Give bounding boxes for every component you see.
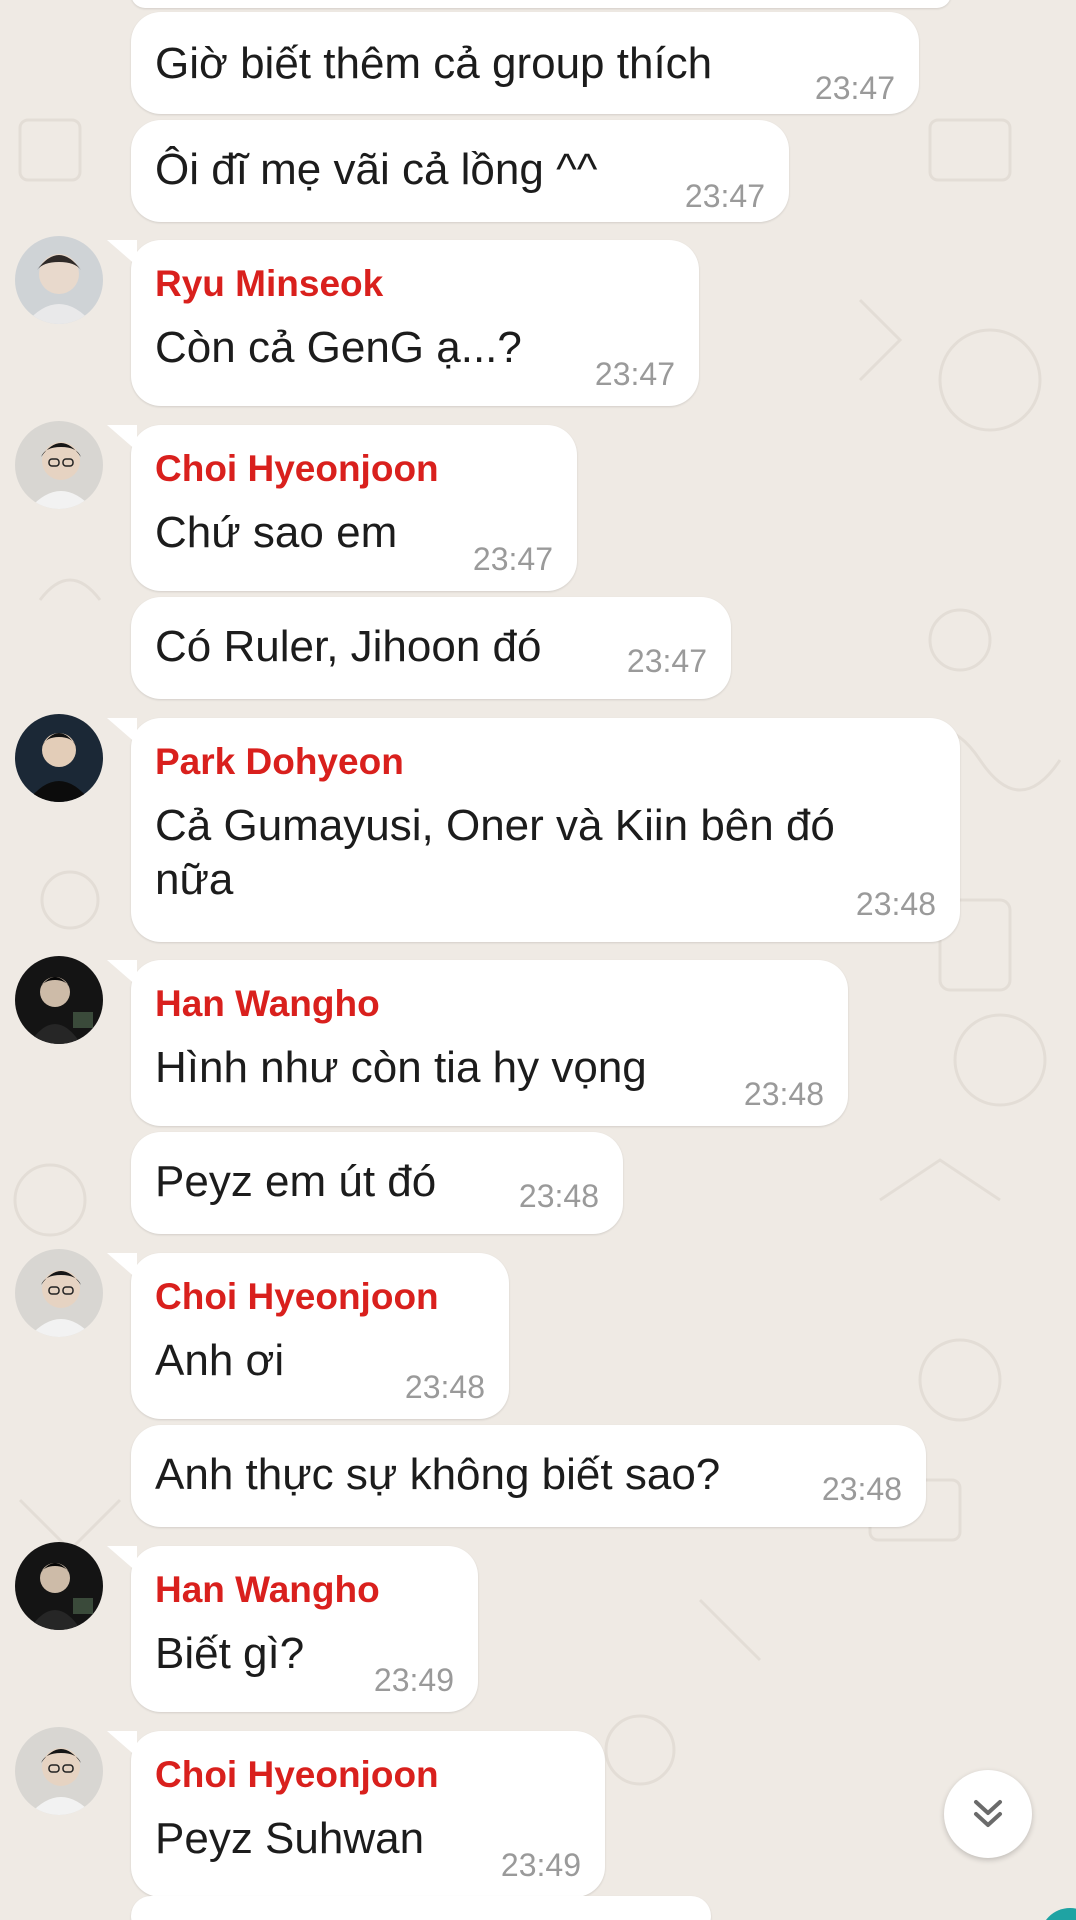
message-time: 23:49 <box>373 1662 454 1698</box>
message-text: Hình như còn tia hy vọng <box>155 1043 647 1092</box>
sender-name[interactable]: Choi Hyeonjoon <box>155 1753 439 1797</box>
message-text: Giờ biết thêm cả group thích <box>155 39 713 88</box>
avatar-image <box>15 1727 103 1815</box>
avatar-image <box>15 1249 103 1337</box>
message-time: 23:48 <box>404 1369 485 1405</box>
sender-name[interactable]: Choi Hyeonjoon <box>155 447 439 491</box>
message-bubble[interactable]: Ôi đĩ mẹ vãi cả lồng ^^ 23:47 <box>131 120 789 222</box>
avatar-image <box>15 236 103 324</box>
avatar-ryu-minseok[interactable] <box>15 236 103 324</box>
scroll-to-bottom-button[interactable] <box>944 1770 1032 1858</box>
message-time: 23:47 <box>472 541 553 577</box>
message-text: Anh ơi <box>155 1336 285 1385</box>
message-bubble[interactable]: Anh thực sự không biết sao? 23:48 <box>131 1425 926 1527</box>
avatar-park-dohyeon[interactable] <box>15 714 103 802</box>
message-text-line1: Cả Gumayusi, Oner và Kiin bên đó <box>155 801 835 850</box>
next-message-bubble <box>131 1896 711 1920</box>
avatar-han-wangho[interactable] <box>15 956 103 1044</box>
message-time: 23:49 <box>500 1847 581 1883</box>
chat-view[interactable]: Giờ biết thêm cả group thích 23:47 Ôi đĩ… <box>0 0 1076 1920</box>
avatar-choi-hyeonjoon[interactable] <box>15 1727 103 1815</box>
message-bubble[interactable]: Có Ruler, Jihoon đó 23:47 <box>131 597 731 699</box>
avatar-image <box>15 956 103 1044</box>
message-text: Biết gì? <box>155 1629 305 1678</box>
message-text: Còn cả GenG ạ...? <box>155 323 522 372</box>
message-time: 23:48 <box>743 1076 824 1112</box>
sender-name[interactable]: Park Dohyeon <box>155 740 404 784</box>
message-time: 23:48 <box>855 886 936 922</box>
message-text: Có Ruler, Jihoon đó <box>155 622 542 671</box>
message-bubble[interactable]: Park Dohyeon Cả Gumayusi, Oner và Kiin b… <box>107 718 960 942</box>
avatar-image <box>15 1542 103 1630</box>
message-bubble[interactable]: Giờ biết thêm cả group thích 23:47 <box>131 12 919 114</box>
sender-name[interactable]: Choi Hyeonjoon <box>155 1275 439 1319</box>
message-time: 23:47 <box>684 178 765 214</box>
message-bubble[interactable]: Han Wangho Hình như còn tia hy vọng 23:4… <box>107 960 848 1126</box>
message-text: Peyz Suhwan <box>155 1814 425 1863</box>
sender-name[interactable]: Han Wangho <box>155 982 380 1026</box>
message-bubble[interactable]: Choi Hyeonjoon Anh ơi 23:48 <box>107 1253 509 1419</box>
message-text: Chứ sao em <box>155 508 398 557</box>
message-time: 23:47 <box>814 70 895 106</box>
avatar-image <box>15 421 103 509</box>
message-text: Peyz em út đó <box>155 1157 437 1206</box>
sender-name[interactable]: Han Wangho <box>155 1568 380 1612</box>
message-bubble[interactable]: Choi Hyeonjoon Peyz Suhwan 23:49 <box>107 1731 605 1897</box>
avatar-choi-hyeonjoon[interactable] <box>15 1249 103 1337</box>
message-text: Ôi đĩ mẹ vãi cả lồng ^^ <box>155 145 598 194</box>
sender-name[interactable]: Ryu Minseok <box>155 262 383 306</box>
message-bubble[interactable]: Choi Hyeonjoon Chứ sao em 23:47 <box>107 425 577 591</box>
message-bubble[interactable]: Peyz em út đó 23:48 <box>131 1132 623 1234</box>
message-time: 23:47 <box>594 356 675 392</box>
message-text-line2: nữa <box>155 855 234 904</box>
message-text: Anh thực sự không biết sao? <box>155 1450 721 1499</box>
message-time: 23:47 <box>626 643 707 679</box>
message-time: 23:48 <box>518 1178 599 1214</box>
previous-message-bubble <box>131 0 951 8</box>
message-bubble[interactable]: Han Wangho Biết gì? 23:49 <box>107 1546 478 1712</box>
avatar-image <box>15 714 103 802</box>
message-time: 23:48 <box>821 1471 902 1507</box>
double-chevron-down-icon <box>974 1800 1002 1827</box>
avatar-han-wangho[interactable] <box>15 1542 103 1630</box>
message-bubble[interactable]: Ryu Minseok Còn cả GenG ạ...? 23:47 <box>107 240 699 406</box>
avatar-choi-hyeonjoon[interactable] <box>15 421 103 509</box>
